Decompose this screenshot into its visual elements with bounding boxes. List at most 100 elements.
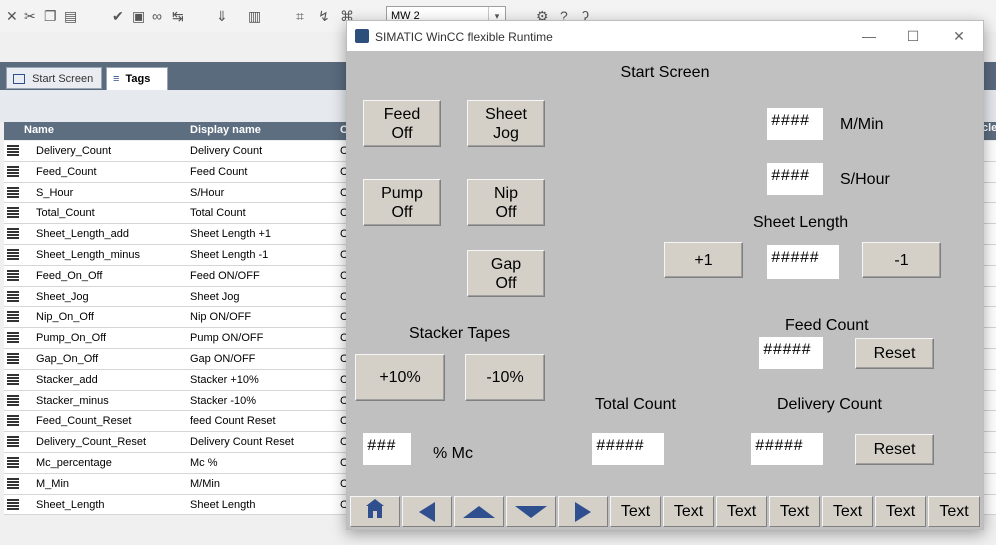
- nav-text-button-3[interactable]: Text: [716, 496, 767, 527]
- sheet-length-minus-button[interactable]: -1: [862, 242, 941, 278]
- tag-name-cell[interactable]: S_Hour: [36, 187, 73, 199]
- nav-text-button-5[interactable]: Text: [822, 496, 873, 527]
- tag-name-cell[interactable]: Stacker_minus: [36, 395, 109, 407]
- maximize-button[interactable]: ☐: [903, 27, 923, 45]
- nav-text-button-6[interactable]: Text: [875, 496, 926, 527]
- stacker-plus-button[interactable]: +10%: [355, 354, 445, 401]
- s-hour-field: ####: [767, 163, 823, 195]
- header-name[interactable]: Name: [24, 124, 54, 136]
- nav-text-button-1[interactable]: Text: [610, 496, 661, 527]
- arrow-up-icon: [463, 505, 495, 518]
- nav-text-button-7[interactable]: Text: [928, 496, 980, 527]
- go-online-icon[interactable]: ↯: [318, 8, 330, 25]
- header-cycle[interactable]: cle: [982, 122, 996, 140]
- tag-name-cell[interactable]: Stacker_add: [36, 374, 98, 386]
- tag-name-cell[interactable]: Sheet_Length_minus: [36, 249, 140, 261]
- delivery-count-reset-button[interactable]: Reset: [855, 434, 934, 465]
- minimize-button[interactable]: —: [859, 27, 879, 45]
- tag-display-name-cell[interactable]: Sheet Length -1: [190, 249, 268, 261]
- tab-tags-label: Tags: [125, 73, 151, 85]
- tag-row-icon: [7, 456, 19, 468]
- download-icon[interactable]: ⇓: [216, 8, 228, 25]
- transfer-icon[interactable]: ↹: [172, 8, 184, 25]
- sheet-length-plus-button[interactable]: +1: [664, 242, 743, 278]
- feed-off-button[interactable]: Feed Off: [363, 100, 441, 147]
- tag-row-icon: [7, 477, 19, 489]
- screen-icon: [13, 74, 25, 85]
- tag-display-name-cell[interactable]: Total Count: [190, 207, 246, 219]
- tab-start-screen[interactable]: Start Screen: [6, 67, 102, 89]
- monitor-icon[interactable]: ⌗: [296, 8, 304, 25]
- tag-name-cell[interactable]: Feed_Count_Reset: [36, 415, 131, 427]
- save-icon[interactable]: ▣: [132, 8, 145, 25]
- tag-name-cell[interactable]: Gap_On_Off: [36, 353, 98, 365]
- tag-display-name-cell[interactable]: Mc %: [190, 457, 218, 469]
- nav-text-button-2[interactable]: Text: [663, 496, 714, 527]
- tag-display-name-cell[interactable]: S/Hour: [190, 187, 224, 199]
- previous-screen-button[interactable]: [402, 496, 452, 527]
- tag-display-name-cell[interactable]: Delivery Count: [190, 145, 262, 157]
- tag-display-name-cell[interactable]: Nip ON/OFF: [190, 311, 251, 323]
- paste-icon[interactable]: ▤: [64, 8, 77, 25]
- sheet-jog-button[interactable]: Sheet Jog: [467, 100, 545, 147]
- tag-name-cell[interactable]: Total_Count: [36, 207, 95, 219]
- pump-off-button[interactable]: Pump Off: [363, 179, 441, 226]
- tag-name-cell[interactable]: Delivery_Count_Reset: [36, 436, 146, 448]
- nip-off-button[interactable]: Nip Off: [467, 179, 545, 226]
- tag-display-name-cell[interactable]: Sheet Jog: [190, 291, 240, 303]
- m-min-field: ####: [767, 108, 823, 140]
- delivery-count-field: #####: [751, 433, 823, 465]
- mc-percent-label: % Mc: [433, 445, 473, 462]
- tag-display-name-cell[interactable]: Sheet Length: [190, 499, 255, 511]
- runtime-titlebar[interactable]: SIMATIC WinCC flexible Runtime — ☐ ✕: [347, 21, 983, 51]
- tag-display-name-cell[interactable]: feed Count Reset: [190, 415, 276, 427]
- cut-icon-2[interactable]: ✂: [24, 8, 36, 25]
- tab-tags[interactable]: ≡ Tags: [106, 67, 168, 91]
- tag-display-name-cell[interactable]: Gap ON/OFF: [190, 353, 255, 365]
- tag-display-name-cell[interactable]: Stacker -10%: [190, 395, 256, 407]
- tag-name-cell[interactable]: Nip_On_Off: [36, 311, 94, 323]
- link-icon[interactable]: ∞: [152, 8, 162, 24]
- scroll-down-button[interactable]: [506, 496, 556, 527]
- tag-display-name-cell[interactable]: Delivery Count Reset: [190, 436, 294, 448]
- check-icon[interactable]: ✔: [112, 8, 124, 25]
- tag-name-cell[interactable]: Delivery_Count: [36, 145, 111, 157]
- arrow-right-icon: [575, 501, 591, 522]
- tag-name-cell[interactable]: Feed_On_Off: [36, 270, 102, 282]
- mc-percent-field: ###: [363, 433, 411, 465]
- tag-display-name-cell[interactable]: Stacker +10%: [190, 374, 259, 386]
- header-display-name[interactable]: Display name: [190, 124, 261, 136]
- tag-display-name-cell[interactable]: Sheet Length +1: [190, 228, 271, 240]
- tag-row-icon: [7, 207, 19, 219]
- tag-name-cell[interactable]: Feed_Count: [36, 166, 97, 178]
- tag-name-cell[interactable]: Sheet_Length_add: [36, 228, 129, 240]
- devices-icon[interactable]: ▥: [248, 8, 261, 25]
- cut-icon[interactable]: ✕: [6, 8, 18, 25]
- stacker-minus-button[interactable]: -10%: [465, 354, 545, 401]
- tag-name-cell[interactable]: Pump_On_Off: [36, 332, 106, 344]
- scroll-up-button[interactable]: [454, 496, 504, 527]
- tag-row-icon: [7, 498, 19, 510]
- feed-count-reset-button[interactable]: Reset: [855, 338, 934, 369]
- next-screen-button[interactable]: [558, 496, 608, 527]
- tags-icon: ≡: [113, 73, 120, 85]
- tag-row-icon: [7, 352, 19, 364]
- close-button[interactable]: ✕: [949, 27, 969, 45]
- copy-icon[interactable]: ❐: [44, 8, 57, 25]
- tag-row-icon: [7, 436, 19, 448]
- tag-row-icon: [7, 311, 19, 323]
- tag-display-name-cell[interactable]: Feed Count: [190, 166, 247, 178]
- tag-display-name-cell[interactable]: Feed ON/OFF: [190, 270, 260, 282]
- gap-off-button[interactable]: Gap Off: [467, 250, 545, 297]
- nav-text-button-4[interactable]: Text: [769, 496, 820, 527]
- home-button[interactable]: [350, 496, 400, 527]
- tag-name-cell[interactable]: Sheet_Jog: [36, 291, 89, 303]
- header-cycle-label: cle: [982, 122, 996, 134]
- wincc-logo-icon: [355, 29, 369, 43]
- arrow-left-icon: [419, 501, 435, 522]
- tag-name-cell[interactable]: Sheet_Length: [36, 499, 105, 511]
- tag-display-name-cell[interactable]: M/Min: [190, 478, 220, 490]
- tag-name-cell[interactable]: Mc_percentage: [36, 457, 112, 469]
- tag-name-cell[interactable]: M_Min: [36, 478, 69, 490]
- tag-display-name-cell[interactable]: Pump ON/OFF: [190, 332, 263, 344]
